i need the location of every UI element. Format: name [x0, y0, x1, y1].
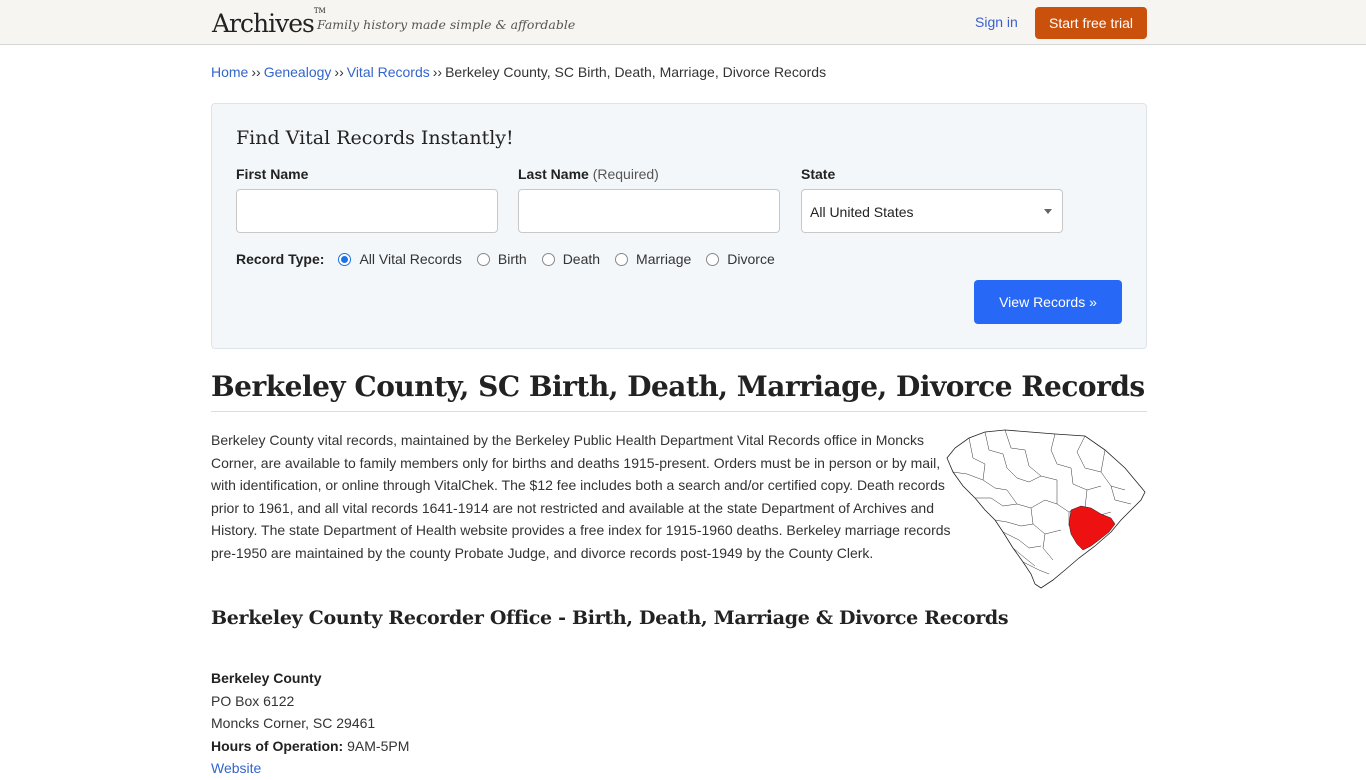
- recorder-office-title: Berkeley County Recorder Office - Birth,…: [211, 607, 1009, 629]
- last-name-input[interactable]: [518, 189, 780, 233]
- breadcrumb-home[interactable]: Home: [211, 64, 248, 80]
- search-form: Find Vital Records Instantly! First Name…: [211, 103, 1147, 349]
- sign-in-link[interactable]: Sign in: [975, 14, 1018, 30]
- breadcrumb-genealogy[interactable]: Genealogy: [264, 64, 332, 80]
- state-select-value: All United States: [810, 204, 914, 220]
- radio-button[interactable]: [615, 252, 629, 266]
- hours-value: 9AM-5PM: [347, 737, 410, 754]
- divider: [211, 411, 1147, 412]
- last-name-label: Last Name (Required): [518, 166, 659, 182]
- site-logo[interactable]: ArchivesTM: [212, 6, 326, 38]
- office-contact: Berkeley County PO Box 6122 Moncks Corne…: [211, 667, 409, 780]
- search-form-title: Find Vital Records Instantly!: [236, 127, 514, 149]
- site-header: ArchivesTM Family history made simple & …: [0, 0, 1366, 45]
- trademark-mark: TM: [313, 6, 326, 15]
- record-type-label: Record Type:: [236, 251, 325, 267]
- radio-label: Death: [562, 251, 601, 267]
- record-type-birth[interactable]: Birth: [476, 251, 527, 267]
- record-type-death[interactable]: Death: [541, 251, 601, 267]
- page-title: Berkeley County, SC Birth, Death, Marria…: [211, 370, 1145, 403]
- breadcrumb-separator: ››: [432, 64, 443, 80]
- state-outline: [946, 429, 1146, 589]
- state-label: State: [801, 166, 836, 182]
- record-type-all[interactable]: All Vital Records: [338, 251, 462, 267]
- breadcrumb-current: Berkeley County, SC Birth, Death, Marria…: [445, 64, 827, 80]
- breadcrumb: Home ›› Genealogy ›› Vital Records ›› Berkeley…: [211, 64, 826, 80]
- radio-label: All Vital Records: [359, 251, 462, 267]
- logo-text: Archives: [212, 9, 315, 38]
- radio-button[interactable]: [541, 252, 555, 266]
- state-select[interactable]: All United States: [801, 189, 1063, 233]
- radio-button[interactable]: [338, 252, 352, 266]
- hours-label: Hours of Operation:: [211, 737, 344, 754]
- chevron-down-icon: [1044, 209, 1052, 214]
- last-name-label-text: Last Name: [518, 166, 589, 182]
- radio-button[interactable]: [476, 252, 490, 266]
- view-records-button[interactable]: View Records »: [974, 280, 1122, 324]
- office-address-line1: PO Box 6122: [211, 692, 295, 709]
- record-type-group: Record Type: All Vital Records Birth Dea…: [236, 251, 790, 267]
- first-name-input[interactable]: [236, 189, 498, 233]
- breadcrumb-separator: ››: [251, 64, 261, 80]
- office-website-link[interactable]: Website: [211, 760, 261, 776]
- radio-label: Divorce: [727, 251, 775, 267]
- south-carolina-county-map: [946, 429, 1146, 589]
- breadcrumb-separator: ››: [334, 64, 344, 80]
- office-hours: Hours of Operation: 9AM-5PM: [211, 735, 409, 758]
- intro-paragraph: Berkeley County vital records, maintaine…: [211, 432, 951, 561]
- site-tagline: Family history made simple & affordable: [317, 17, 576, 32]
- radio-button[interactable]: [706, 252, 720, 266]
- radio-label: Birth: [497, 251, 527, 267]
- record-type-marriage[interactable]: Marriage: [615, 251, 691, 267]
- start-free-trial-button[interactable]: Start free trial: [1035, 7, 1147, 39]
- first-name-label: First Name: [236, 166, 309, 182]
- required-note: (Required): [592, 166, 659, 182]
- breadcrumb-vital-records[interactable]: Vital Records: [347, 64, 430, 80]
- office-name: Berkeley County: [211, 670, 322, 686]
- office-address-line2: Moncks Corner, SC 29461: [211, 715, 376, 731]
- record-type-divorce[interactable]: Divorce: [706, 251, 775, 267]
- radio-label: Marriage: [636, 251, 692, 267]
